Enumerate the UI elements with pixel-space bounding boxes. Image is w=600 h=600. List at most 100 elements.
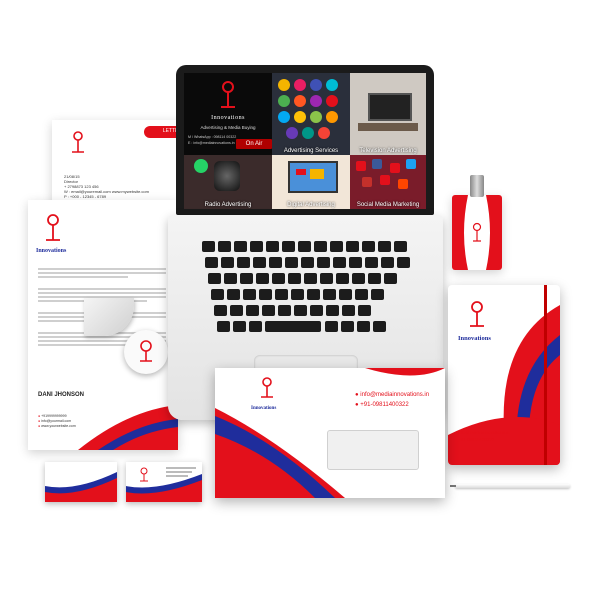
keyboard-key[interactable] [349,257,362,268]
keyboard-key[interactable] [362,241,375,252]
keyboard-key[interactable] [233,321,246,332]
button-badge [124,330,168,374]
keyboard-key[interactable] [294,305,307,316]
keyboard-key[interactable] [250,241,263,252]
keyboard-key[interactable] [336,273,349,284]
keyboard-key[interactable] [301,257,314,268]
keyboard-key[interactable] [341,321,354,332]
keyboard-key[interactable] [307,289,320,300]
keyboard-key[interactable] [285,257,298,268]
keyboard-key[interactable] [304,273,317,284]
keyboard-key[interactable] [208,273,221,284]
keyboard-key[interactable] [346,241,359,252]
keyboard-key[interactable] [237,257,250,268]
keyboard-key[interactable] [282,241,295,252]
keyboard-key[interactable] [205,257,218,268]
keyboard-key[interactable] [325,321,338,332]
keyboard[interactable]: // keyboard keys are generated below [202,241,410,339]
brand-logo [470,301,484,327]
business-card-back [45,462,117,502]
pen [455,484,570,488]
on-air-text: On Air [245,141,263,147]
whatsapp-icon [194,159,208,173]
keyboard-key[interactable] [253,257,266,268]
keyboard-key[interactable] [227,289,240,300]
keyboard-key[interactable] [323,289,336,300]
screen-email: E : info@mediainnovations.in [188,141,235,145]
usb-card [452,195,502,270]
keyboard-key[interactable] [224,273,237,284]
tile-digital-advertising[interactable]: Digital Advertising [272,155,350,209]
notebook-email: info@mediainnovations.in [458,430,510,435]
keyboard-key[interactable] [394,241,407,252]
envelope-phone: +91-09811400322 [360,402,409,408]
keyboard-key[interactable] [265,321,321,332]
keyboard-key[interactable] [342,305,355,316]
keyboard-key[interactable] [246,305,259,316]
keyboard-key[interactable] [202,241,215,252]
pen-tip [450,485,456,487]
keyboard-key[interactable] [266,241,279,252]
tile-social-media-marketing[interactable]: Social Media Marketing [350,155,426,209]
business-card-front [126,462,202,502]
tv-graphic [368,93,412,121]
keyboard-key[interactable] [397,257,410,268]
keyboard-key[interactable] [317,257,330,268]
keyboard-key[interactable] [217,321,230,332]
keyboard-key[interactable] [310,305,323,316]
notebook: Innovations info@mediainnovations.in +91… [448,285,560,465]
brand-logo [46,214,60,241]
keyboard-key[interactable] [357,321,370,332]
keyboard-key[interactable] [339,289,352,300]
keyboard-key[interactable] [291,289,304,300]
keyboard-key[interactable] [352,273,365,284]
keyboard-key[interactable] [272,273,285,284]
keyboard-key[interactable] [218,241,231,252]
microphone-graphic [214,161,240,191]
keyboard-key[interactable] [214,305,227,316]
laptop-screen-bezel: Innovations Advertising & Media Buying M… [176,65,434,215]
keyboard-key[interactable] [262,305,275,316]
keyboard-key[interactable] [330,241,343,252]
keyboard-key[interactable] [358,305,371,316]
notebook-elastic-band [544,285,547,465]
keyboard-key[interactable] [384,273,397,284]
keyboard-key[interactable] [298,241,311,252]
keyboard-key[interactable] [333,257,346,268]
keyboard-key[interactable] [381,257,394,268]
tile-advertising-services[interactable]: Advertising Services [272,73,350,155]
keyboard-key[interactable] [378,241,391,252]
tile-label: Radio Advertising [204,202,252,208]
notebook-brand-name: Innovations [458,335,491,342]
envelope-contact: ● info@mediainnovations.in ● +91-0981140… [355,390,429,410]
brand-logo [221,81,235,108]
keyboard-key[interactable] [234,241,247,252]
keyboard-key[interactable] [230,305,243,316]
keyboard-key[interactable] [240,273,253,284]
keyboard-key[interactable] [259,289,272,300]
keyboard-key[interactable] [373,321,386,332]
keyboard-key[interactable] [288,273,301,284]
keyboard-key[interactable] [249,321,262,332]
keyboard-key[interactable] [365,257,378,268]
tile-label: Social Media Marketing [356,202,420,208]
keyboard-key[interactable] [211,289,224,300]
keyboard-key[interactable] [326,305,339,316]
keyboard-key[interactable] [320,273,333,284]
keyboard-key[interactable] [278,305,291,316]
keyboard-key[interactable] [243,289,256,300]
keyboard-key[interactable] [275,289,288,300]
social-icons-graphic [356,159,416,189]
letter-swoosh [78,405,178,450]
keyboard-key[interactable] [368,273,381,284]
envelope: Innovations ● info@mediainnovations.in ●… [215,368,445,498]
keyboard-key[interactable] [355,289,368,300]
keyboard-key[interactable] [314,241,327,252]
notebook-phone: +91-09811400322 [458,437,495,442]
keyboard-key[interactable] [371,289,384,300]
keyboard-key[interactable] [269,257,282,268]
keyboard-key[interactable] [221,257,234,268]
phone-icon: ● [355,402,359,408]
tile-television-advertising[interactable]: Television Advertising [350,73,426,155]
keyboard-key[interactable] [256,273,269,284]
